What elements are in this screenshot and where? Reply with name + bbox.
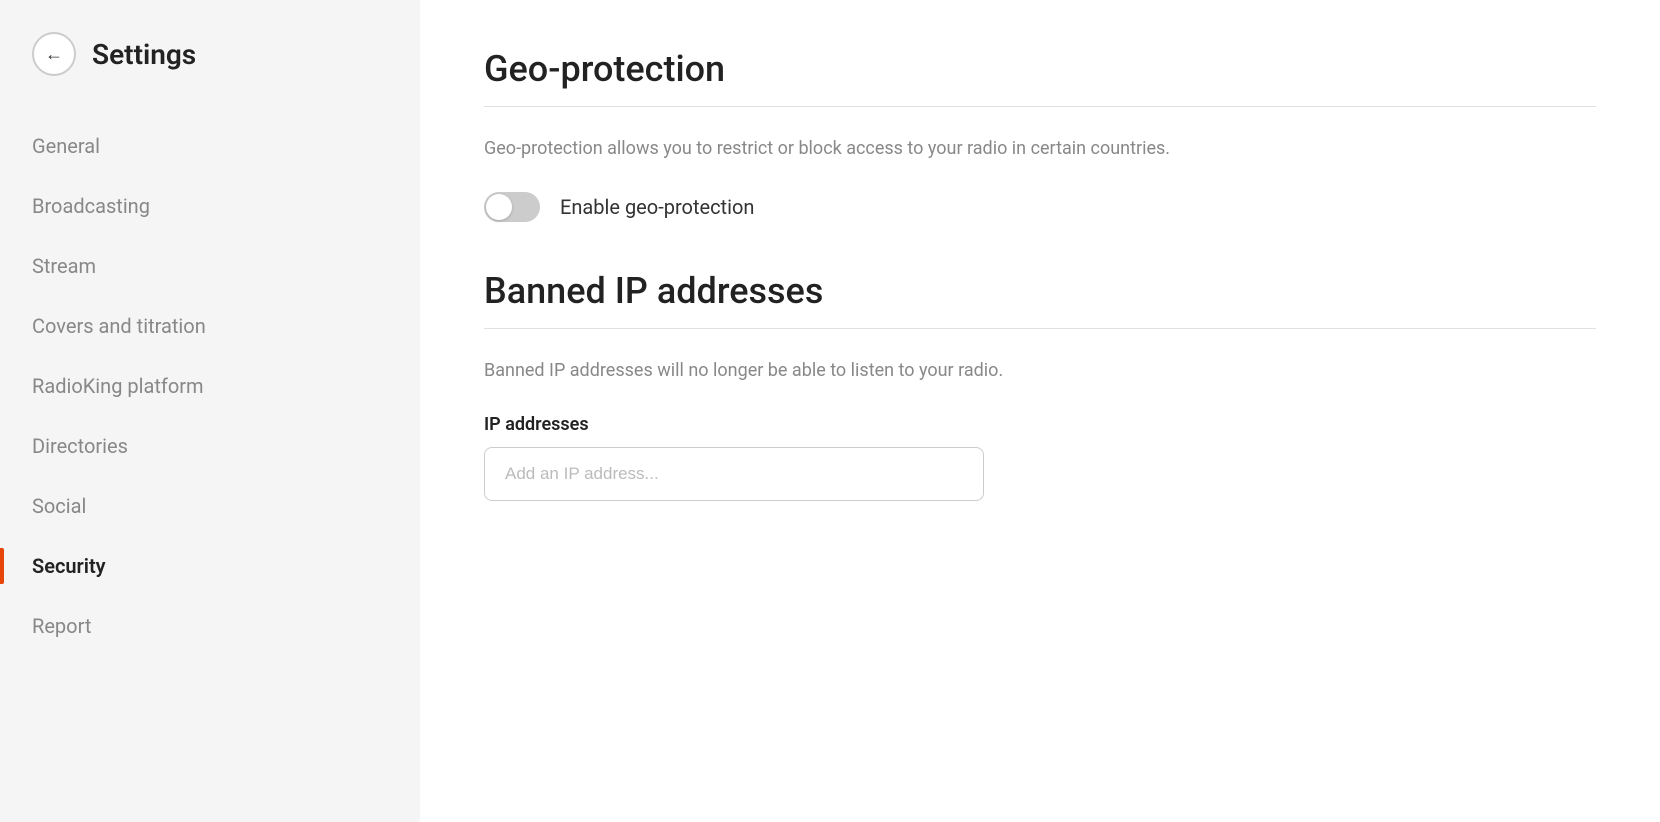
sidebar-item-label-radioking-platform: RadioKing platform xyxy=(32,374,204,398)
sidebar-item-stream[interactable]: Stream xyxy=(0,236,420,296)
sidebar-item-label-covers-and-titration: Covers and titration xyxy=(32,314,206,338)
sidebar-item-label-stream: Stream xyxy=(32,254,96,278)
sidebar-item-directories[interactable]: Directories xyxy=(0,416,420,476)
geo-protection-toggle[interactable] xyxy=(484,192,540,222)
banned-ip-description: Banned IP addresses will no longer be ab… xyxy=(484,357,1596,386)
sidebar: ← Settings General Broadcasting Stream C… xyxy=(0,0,420,822)
sidebar-item-report[interactable]: Report xyxy=(0,596,420,656)
sidebar-item-label-broadcasting: Broadcasting xyxy=(32,194,150,218)
sidebar-item-broadcasting[interactable]: Broadcasting xyxy=(0,176,420,236)
banned-ip-divider xyxy=(484,328,1596,329)
sidebar-item-social[interactable]: Social xyxy=(0,476,420,536)
sidebar-header: ← Settings xyxy=(0,32,420,108)
sidebar-nav: General Broadcasting Stream Covers and t… xyxy=(0,108,420,664)
sidebar-item-label-security: Security xyxy=(32,554,106,578)
banned-ip-title: Banned IP addresses xyxy=(484,270,1596,312)
banned-ip-section: Banned IP addresses Banned IP addresses … xyxy=(484,270,1596,501)
sidebar-item-label-social: Social xyxy=(32,494,86,518)
sidebar-item-general[interactable]: General xyxy=(0,116,420,176)
sidebar-item-security[interactable]: Security xyxy=(0,536,420,596)
toggle-knob xyxy=(486,194,512,220)
geo-protection-section: Geo-protection Geo-protection allows you… xyxy=(484,48,1596,222)
geo-protection-description: Geo-protection allows you to restrict or… xyxy=(484,135,1596,164)
sidebar-item-label-directories: Directories xyxy=(32,434,128,458)
main-content: Geo-protection Geo-protection allows you… xyxy=(420,0,1660,822)
geo-protection-divider xyxy=(484,106,1596,107)
sidebar-item-label-general: General xyxy=(32,134,100,158)
geo-protection-toggle-row: Enable geo-protection xyxy=(484,192,1596,222)
back-arrow-icon: ← xyxy=(45,44,63,65)
sidebar-item-covers-and-titration[interactable]: Covers and titration xyxy=(0,296,420,356)
geo-protection-toggle-label: Enable geo-protection xyxy=(560,195,754,219)
sidebar-item-radioking-platform[interactable]: RadioKing platform xyxy=(0,356,420,416)
sidebar-item-label-report: Report xyxy=(32,614,91,638)
ip-address-input[interactable] xyxy=(484,447,984,501)
ip-addresses-label: IP addresses xyxy=(484,414,1596,435)
back-button[interactable]: ← xyxy=(32,32,76,76)
geo-protection-title: Geo-protection xyxy=(484,48,1596,90)
sidebar-title: Settings xyxy=(92,38,196,71)
